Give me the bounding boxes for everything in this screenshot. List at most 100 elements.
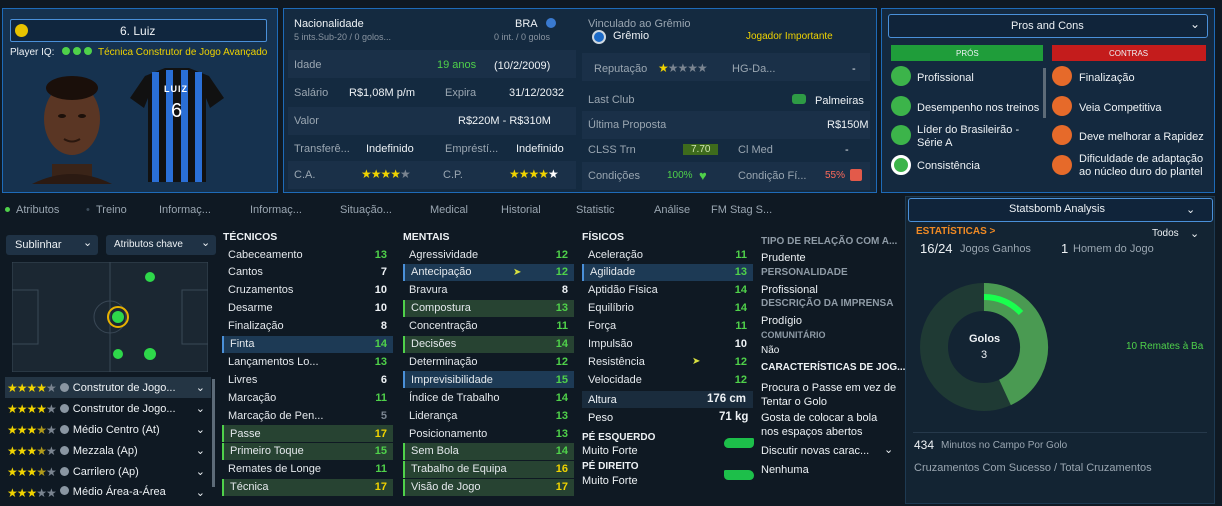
attribute-row[interactable]: Finta 14 [222,335,393,353]
attribute-row[interactable]: Impulsão 10 [582,336,753,353]
chevron-down-icon: ⌄ [1190,228,1200,240]
iq-dot [62,47,70,55]
role-name: Carrilero (Ap) [72,465,139,478]
chevron-down-icon: ⌄ [195,487,205,498]
last-club-value[interactable]: Palmeiras [815,95,864,107]
attribute-value: 15 [374,445,387,458]
weight-value: 71 kg [719,411,749,423]
role-row[interactable]: ★★★★★ Construtor de Jogo... ⌄ [5,377,211,398]
tab-situacao[interactable]: Situação... [340,204,392,216]
attribute-value: 11 [735,248,747,261]
role-row[interactable]: ★★★★★ Médio Área-a-Área ⌄ [5,482,211,498]
role-row[interactable]: ★★★★★ Mezzala (Ap) ⌄ [5,440,211,461]
attribute-name: Decisões [411,338,457,350]
attribute-row[interactable]: Sem Bola 14 [403,442,574,460]
attribute-row[interactable]: Força 11 [582,318,753,335]
attribute-row[interactable]: Índice de Trabalho 14 [403,389,574,406]
discuss-traits-button[interactable]: Discutir novas carac... [761,445,869,457]
attribute-value: 13 [555,409,568,422]
role-stars: ★★★★★ [7,422,57,437]
attribute-name: Resistência [588,355,645,368]
attribute-row[interactable]: Compostura 13 [403,299,574,317]
left-boot-icon [724,438,754,448]
attribute-row[interactable]: Posicionamento 13 [403,425,574,442]
attribute-row[interactable]: Trabalho de Equipa 16 [403,460,574,478]
tab-informacao-1[interactable]: Informaç... [159,204,211,216]
roles-scrollbar[interactable] [212,379,215,487]
attribute-value: 14 [555,338,568,350]
chevron-down-icon: ⌄ [83,237,93,249]
player-name: 6. Luiz [120,24,156,38]
attribute-value: 16 [555,463,568,476]
role-row[interactable]: ★★★★★ Construtor de Jogo... ⌄ [5,398,211,419]
attribute-row[interactable]: Marcação de Pen... 5 [222,407,393,424]
left-foot-label: PÉ ESQUERDO [582,432,656,443]
tab-medical[interactable]: Medical [430,204,468,216]
reputation-stars: ★★★★★ [658,61,708,75]
attribute-row[interactable]: Agressividade 12 [403,246,574,263]
attribute-row[interactable]: Antecipação 12 [403,263,574,281]
stats-filter-dropdown[interactable]: Todos [1152,228,1179,239]
chevron-down-icon: ⌄ [195,466,205,478]
right-boot-icon [724,470,754,480]
match-condition-label: Condição Fí... [738,170,807,182]
role-stars: ★★★★★ [7,443,57,458]
role-row[interactable]: ★★★★★ Médio Centro (At) ⌄ [5,419,211,440]
tab-atributos[interactable]: Atributos [16,204,59,216]
role-name: Construtor de Jogo... [72,381,176,394]
attribute-value: 17 [374,481,387,494]
attribute-row[interactable]: Desarme 10 [222,300,393,317]
role-name: Médio Centro (At) [72,423,160,436]
info-icon [59,383,69,392]
attribute-row[interactable]: Agilidade 13 [582,263,753,281]
squad-status: Jogador Importante [746,31,833,42]
pro-item-4: Consistência [917,160,980,172]
cp-stars: ★★★★★ [509,167,559,181]
attribute-row[interactable]: Aceleração 11 [582,246,753,263]
attribute-row[interactable]: Finalização 8 [222,318,393,335]
tab-informacao-2[interactable]: Informaç... [250,204,302,216]
tab-fm-stag[interactable]: FM Stag S... [711,204,772,216]
weight-label: Peso [588,412,614,424]
attribute-row[interactable]: Bravura 8 [403,282,574,299]
attribute-row[interactable]: Lançamentos Lo... 13 [222,353,393,370]
tab-statistic[interactable]: Statistic [576,204,615,216]
attribute-row[interactable]: Primeiro Toque 15 [222,442,393,460]
tab-treino[interactable]: Treino [96,204,127,216]
attribute-name: Marcação de Pen... [228,409,324,422]
attribute-row[interactable]: Concentração 11 [403,318,574,335]
attribute-row[interactable]: Remates de Longe 11 [222,461,393,478]
statistics-link[interactable]: ESTATÍSTICAS > [916,226,995,237]
attribute-value: 6 [380,373,387,386]
attribute-row[interactable]: Equilíbrio 14 [582,300,753,317]
height-label: Altura [588,394,617,406]
club-name[interactable]: Grêmio [613,30,649,42]
physical-title: FÍSICOS [582,231,625,243]
attribute-row[interactable]: Decisões 14 [403,335,574,353]
minutes-per-goal-label: Minutos no Campo Por Golo [941,440,1068,451]
attribute-row[interactable]: Livres 6 [222,371,393,388]
attribute-row[interactable]: Imprevisibilidade 15 [403,371,574,389]
reputation-label: Reputação [594,63,648,75]
attribute-row[interactable]: Marcação 11 [222,389,393,406]
pros-scrollbar[interactable] [1043,68,1046,118]
tab-historial[interactable]: Historial [501,204,541,216]
attribute-row[interactable]: Velocidade 12 [582,371,753,388]
crosses-label: Cruzamentos Com Sucesso / Total Cruzamen… [914,462,1152,474]
attribute-row[interactable]: Visão de Jogo 17 [403,478,574,496]
tab-analise[interactable]: Análise [654,204,690,216]
attribute-row[interactable]: Cantos 7 [222,264,393,281]
attribute-row[interactable]: Técnica 17 [222,478,393,496]
attribute-row[interactable]: Cruzamentos 10 [222,282,393,299]
attribute-row[interactable]: Passe 17 [222,425,393,442]
clss-value: 7.70 [683,144,719,155]
attribute-row[interactable]: Resistência 12 [582,353,753,370]
attribute-row[interactable]: Determinação 12 [403,353,574,370]
chevron-down-icon: ⌄ [1186,204,1196,216]
info-icon [59,425,69,434]
attribute-row[interactable]: Liderança 13 [403,407,574,424]
role-row[interactable]: ★★★★★ Carrilero (Ap) ⌄ [5,461,211,482]
attribute-row[interactable]: Cabeceamento 13 [222,246,393,263]
attribute-row[interactable]: Aptidão Física 14 [582,282,753,299]
attribute-value: 12 [555,248,568,261]
